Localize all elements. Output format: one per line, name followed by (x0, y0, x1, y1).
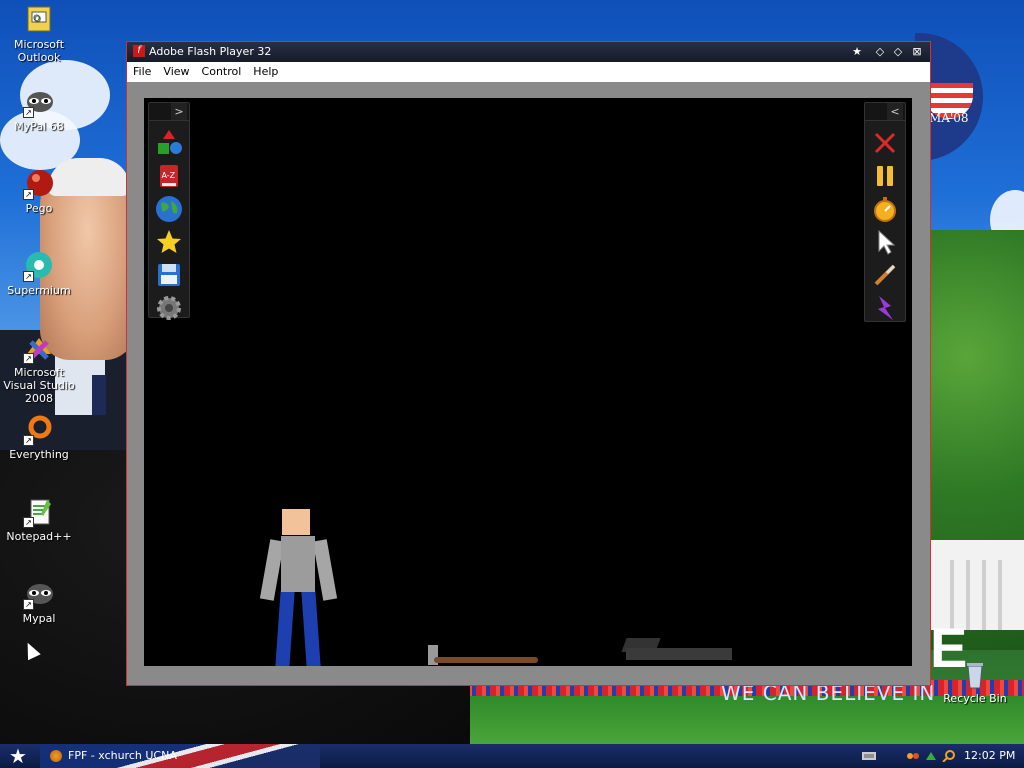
stopwatch-icon[interactable] (869, 193, 901, 225)
task-label: FPF - xchurch UCNA (68, 749, 177, 762)
game-stage[interactable]: > A-Z < (144, 98, 912, 666)
lightning-icon[interactable] (869, 292, 901, 324)
desktop-icon-mypal-68[interactable]: ↗ MyPal 68 (1, 86, 77, 133)
search-icon[interactable] (942, 750, 956, 763)
ragdoll-right-leg[interactable] (301, 590, 321, 666)
visual-studio-icon: ↗ (23, 332, 55, 364)
desktop-icon-label: Mypal (22, 612, 56, 625)
window-titlebar[interactable]: f Adobe Flash Player 32 ★ ◇ ◇ ⊠ (127, 42, 930, 62)
notepad-icon: ↗ (23, 496, 55, 528)
desktop-icon-label: Pego (25, 202, 53, 215)
desktop-icon-label: MyPal 68 (14, 120, 64, 133)
minimize-icon[interactable]: ◇ (872, 44, 888, 60)
task-app-icon (50, 750, 62, 762)
magnifier-ring-icon: ↗ (23, 414, 55, 446)
raccoon-icon: ↗ (23, 86, 55, 118)
desktop-icon-label: Recycle Bin (943, 692, 1007, 705)
wallpaper-logo-text: MA'08 (929, 111, 969, 125)
network-icon[interactable] (906, 750, 920, 762)
ragdoll-torso[interactable] (281, 536, 315, 592)
taskbar: ★ FPF - xchurch UCNA 12:02 PM (0, 744, 1024, 768)
desktop-icon-notepad-plus-plus[interactable]: ↗ Notepad++ (1, 496, 77, 543)
window-title: Adobe Flash Player 32 (149, 45, 272, 58)
rifle[interactable] (626, 648, 732, 660)
ragdoll-right-arm[interactable] (312, 539, 338, 601)
menu-file[interactable]: File (127, 62, 157, 82)
knife-icon[interactable] (869, 259, 901, 291)
menu-control[interactable]: Control (196, 62, 248, 82)
pointer-icon[interactable] (869, 226, 901, 258)
close-icon[interactable]: ⊠ (909, 44, 925, 60)
red-ball-icon: ↗ (23, 168, 55, 200)
desktop-icon-label: Everything (9, 448, 69, 461)
outlook-icon: O (23, 4, 55, 36)
menu-bar: File View Control Help (127, 62, 930, 82)
desktop-icon-recycle-bin[interactable]: Recycle Bin (937, 658, 1013, 705)
left-panel-header: > (149, 103, 189, 121)
desktop-icon-label: Microsoft Visual Studio 2008 (3, 366, 75, 405)
ragdoll-head[interactable] (282, 509, 310, 535)
desktop-icon-everything[interactable]: ↗ Everything (1, 414, 77, 461)
save-icon[interactable] (153, 259, 185, 291)
start-button[interactable]: ★ (4, 746, 32, 766)
panel-collapse-toggle[interactable]: < (887, 103, 903, 120)
star-icon[interactable] (153, 226, 185, 258)
flash-player-window: f Adobe Flash Player 32 ★ ◇ ◇ ⊠ File View… (127, 42, 930, 685)
wallpaper-tie (92, 375, 106, 415)
globe-icon[interactable] (153, 193, 185, 225)
bat[interactable] (434, 657, 538, 663)
maximize-icon[interactable]: ◇ (890, 44, 906, 60)
desktop-icon-outlook[interactable]: O Microsoft Outlook (1, 4, 77, 64)
pause-icon[interactable] (869, 160, 901, 192)
taskbar-task-button[interactable]: FPF - xchurch UCNA (48, 747, 238, 765)
flash-app-icon: f (133, 45, 145, 57)
a-z-icon[interactable]: A-Z (153, 160, 185, 192)
delete-icon[interactable] (869, 127, 901, 159)
supermium-icon: ↗ (23, 250, 55, 282)
desktop-icon-pego[interactable]: ↗ Pego (1, 168, 77, 215)
svg-text:A-Z: A-Z (162, 171, 176, 180)
desktop-icon-supermium[interactable]: ↗ Supermium (1, 250, 77, 297)
shapes-icon[interactable] (153, 127, 185, 159)
left-tool-panel: > A-Z (148, 102, 190, 320)
update-icon[interactable] (924, 750, 938, 762)
right-panel-header: < (865, 103, 905, 121)
desktop-icon-label: Supermium (7, 284, 71, 297)
panel-collapse-toggle[interactable]: > (171, 103, 187, 120)
desktop-icon-label: Notepad++ (6, 530, 72, 543)
right-tool-panel: < (864, 102, 906, 322)
raccoon-icon: ↗ (23, 578, 55, 610)
menu-help[interactable]: Help (247, 62, 284, 82)
recycle-bin-icon (959, 658, 991, 690)
desktop-icon-mypal[interactable]: ↗ Mypal (1, 578, 77, 625)
menu-view[interactable]: View (157, 62, 195, 82)
taskbar-clock[interactable]: 12:02 PM (964, 749, 1015, 762)
svg-text:O: O (33, 14, 40, 24)
pin-icon[interactable]: ★ (849, 44, 865, 60)
desktop-icon-visual-studio[interactable]: ↗ Microsoft Visual Studio 2008 (1, 332, 77, 405)
star-icon: ★ (9, 744, 27, 768)
keyboard-icon[interactable] (862, 750, 876, 762)
gear-icon[interactable] (153, 292, 185, 324)
ragdoll-left-leg[interactable] (275, 590, 295, 666)
desktop-icon-label: Microsoft Outlook (13, 38, 65, 64)
